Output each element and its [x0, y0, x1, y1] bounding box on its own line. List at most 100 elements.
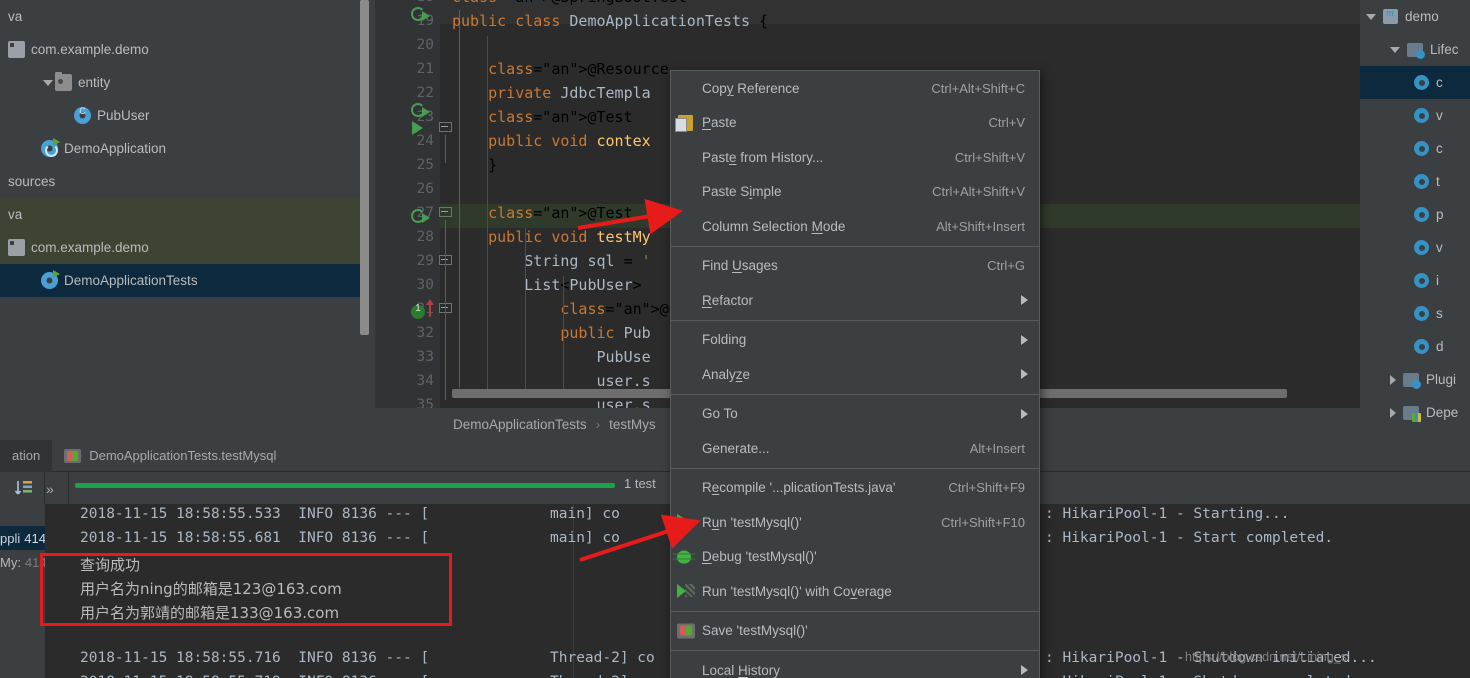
maven-item-label: Depe [1426, 405, 1459, 420]
menu-item-paste[interactable]: Paste Ctrl+V [671, 106, 1039, 141]
menu-item-copy-reference[interactable]: Copy Reference Ctrl+Alt+Shift+C [671, 71, 1039, 106]
console-output-line: 用户名为郭靖的邮箱是133@163.com [80, 604, 340, 622]
menu-item-debug-testmysql[interactable]: Debug 'testMysql()' [671, 540, 1039, 575]
fold-marker[interactable] [439, 207, 452, 220]
menu-item-column-selection-mode[interactable]: Column Selection Mode Alt+Shift+Insert [671, 209, 1039, 244]
maven-tree-item[interactable]: demo [1360, 0, 1470, 33]
menu-item-recompile-plicationtests-java[interactable]: Recompile '...plicationTests.java' Ctrl+S… [671, 471, 1039, 506]
maven-item-label: p [1436, 207, 1444, 222]
maven-goal-icon [1414, 273, 1429, 288]
project-tree-item[interactable]: sources [0, 165, 363, 198]
menu-item-shortcut: Ctrl+Shift+F9 [948, 480, 1025, 496]
maven-tree-item[interactable]: Depe [1360, 396, 1470, 429]
menu-item-go-to[interactable]: Go To [671, 397, 1039, 432]
editor-context-menu[interactable]: Copy Reference Ctrl+Alt+Shift+C Paste Ctrl+… [670, 70, 1040, 678]
project-tree-item[interactable]: com.example.demo [0, 231, 363, 264]
editor-line-number: 22 [416, 85, 434, 101]
menu-item-label: Save 'testMysql()' [702, 623, 808, 639]
menu-item-find-usages[interactable]: Find Usages Ctrl+G [671, 249, 1039, 284]
maven-tree-item[interactable]: Lifec [1360, 33, 1470, 66]
tree-twisty-icon[interactable] [41, 76, 55, 90]
project-tool-window[interactable]: va com.example.demo entity PubUser DemoAppli… [0, 0, 375, 440]
menu-item-save-testmysql[interactable]: Save 'testMysql()' [671, 614, 1039, 649]
package-icon [8, 41, 25, 58]
menu-item-label: Recompile '...plicationTests.java' [702, 480, 896, 496]
indent-guide [487, 36, 488, 392]
maven-item-label: d [1436, 339, 1444, 354]
menu-item-generate[interactable]: Generate... Alt+Insert [671, 431, 1039, 466]
breadcrumb-method[interactable]: testMys [609, 417, 656, 432]
editor-line-number: 21 [416, 61, 434, 77]
maven-tree-item[interactable]: c [1360, 66, 1470, 99]
test-tree-item[interactable]: ppli 414ms [0, 526, 63, 550]
gutter-override-marker[interactable] [411, 303, 425, 319]
maven-tree-item[interactable]: v [1360, 231, 1470, 264]
maven-tree-item[interactable]: s [1360, 297, 1470, 330]
test-tree-item[interactable]: My:414ms [0, 550, 64, 574]
run-tab[interactable]: DemoApplicationTests.testMysql [52, 440, 288, 472]
tree-twisty-closed-icon[interactable] [1390, 374, 1396, 385]
test-results-tree[interactable]: ppli414msMy:414ms [0, 504, 64, 678]
project-tree-item[interactable]: DemoApplication [0, 132, 363, 165]
project-tree-item[interactable]: DemoApplicationTests [0, 264, 363, 297]
tree-twisty-open-icon[interactable] [1366, 13, 1376, 20]
maven-goal-icon [1414, 207, 1429, 222]
tree-item-label: com.example.demo [31, 42, 149, 57]
maven-tree-item[interactable]: d [1360, 330, 1470, 363]
editor-code-line: public void testMy [488, 228, 651, 246]
breadcrumb-class[interactable]: DemoApplicationTests [453, 417, 587, 432]
fold-marker[interactable] [439, 122, 452, 135]
gutter-run-class-icon[interactable] [411, 7, 430, 21]
menu-item-local-history[interactable]: Local History [671, 653, 1039, 678]
tree-item-label: sources [8, 174, 56, 189]
menu-item-run-testmysql-with-coverage[interactable]: Run 'testMysql()' with Coverage [671, 574, 1039, 609]
project-tree-item[interactable]: va [0, 198, 363, 231]
editor-line-number: 18 [380, 0, 434, 5]
maven-tool-window[interactable]: demo Lifec c v c t p v i s d Plugi Depe [1360, 0, 1470, 440]
menu-item-label: Run 'testMysql()' [702, 514, 802, 530]
tree-twisty-closed-icon[interactable] [1390, 407, 1396, 418]
console-log-thread: main] co [550, 506, 620, 522]
gutter-run-method-icon[interactable] [412, 121, 423, 135]
project-scrollbar[interactable] [360, 0, 369, 335]
breadcrumb-separator-icon: › [595, 416, 601, 432]
menu-item-analyze[interactable]: Analyze [671, 357, 1039, 392]
toolbar-divider [68, 472, 69, 504]
console-log-thread: Thread-2] co [550, 650, 655, 666]
project-tree-item[interactable]: entity [0, 66, 363, 99]
project-tree-item[interactable]: va [0, 0, 363, 33]
maven-tree-item[interactable]: p [1360, 198, 1470, 231]
maven-item-label: demo [1405, 9, 1439, 24]
menu-item-shortcut: Ctrl+Alt+Shift+C [931, 80, 1025, 96]
submenu-arrow-icon [1021, 665, 1028, 676]
menu-item-run-testmysql[interactable]: Run 'testMysql()' Ctrl+Shift+F10 [671, 505, 1039, 540]
console-output-line: 查询成功 [80, 556, 141, 574]
menu-separator [671, 319, 1039, 321]
console-log-line: 2018-11-15 18:58:55.716 INFO 8136 --- [ [80, 650, 430, 666]
submenu-arrow-icon [1021, 295, 1028, 306]
gutter-override-impl-icon[interactable] [411, 103, 430, 117]
maven-tree-item[interactable]: v [1360, 99, 1470, 132]
project-tree-item[interactable]: com.example.demo [0, 33, 363, 66]
editor-code-line: public class DemoApplicationTests { [452, 12, 769, 30]
editor-line-number: 34 [416, 373, 434, 389]
editor-line-number: 20 [416, 37, 434, 53]
project-tree-item[interactable]: PubUser [0, 99, 363, 132]
maven-tree-item[interactable]: i [1360, 264, 1470, 297]
editor-gutter[interactable]: 18192021222324252627282930313233343536 [375, 0, 440, 408]
maven-tree-item[interactable]: c [1360, 132, 1470, 165]
editor-code-line: PubUse [596, 348, 651, 366]
run-tab[interactable]: ation [0, 439, 53, 472]
gutter-run-testmysql-icon[interactable] [411, 209, 430, 223]
chevron-double-right-icon[interactable]: » [46, 481, 54, 497]
sort-alphabetically-icon[interactable] [14, 479, 34, 497]
menu-item-folding[interactable]: Folding [671, 323, 1039, 358]
maven-tree-item[interactable]: t [1360, 165, 1470, 198]
menu-item-paste-simple[interactable]: Paste Simple Ctrl+Alt+Shift+V [671, 175, 1039, 210]
maven-tree-item[interactable]: Plugi [1360, 363, 1470, 396]
menu-item-refactor[interactable]: Refactor [671, 283, 1039, 318]
tree-twisty-open-icon[interactable] [1390, 46, 1400, 53]
menu-item-paste-from-history[interactable]: Paste from History... Ctrl+Shift+V [671, 140, 1039, 175]
menu-item-label: Copy Reference [702, 80, 800, 96]
menu-item-shortcut: Ctrl+V [988, 115, 1025, 131]
